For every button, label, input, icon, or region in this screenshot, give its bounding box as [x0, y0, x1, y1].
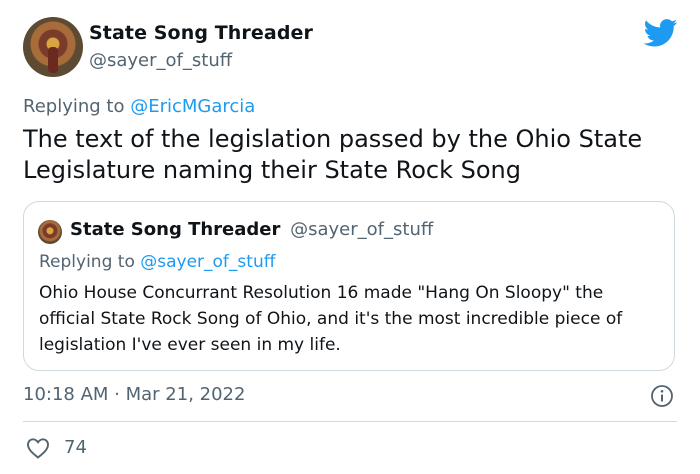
- info-icon[interactable]: [650, 384, 674, 408]
- reply-mention-link[interactable]: @EricMGarcia: [130, 96, 255, 117]
- quoted-tweet-text: Ohio House Concurrant Resolution 16 made…: [39, 283, 623, 355]
- author-avatar[interactable]: [23, 17, 83, 77]
- heart-icon[interactable]: [26, 437, 50, 459]
- reply-prefix: Replying to: [23, 96, 125, 117]
- quoted-author-display-name: State Song Threader: [70, 219, 281, 240]
- quoted-tweet-header: State Song Threader @sayer_of_stuff: [70, 219, 433, 240]
- quoted-tweet[interactable]: State Song Threader @sayer_of_stuff Repl…: [23, 201, 675, 371]
- author-display-name[interactable]: State Song Threader: [89, 22, 313, 44]
- quoted-author-handle: @sayer_of_stuff: [290, 219, 434, 240]
- author-handle[interactable]: @sayer_of_stuff: [89, 50, 232, 71]
- quoted-reply-mention: @sayer_of_stuff: [140, 252, 276, 272]
- tweet-card: State Song Threader @sayer_of_stuff Repl…: [0, 0, 700, 474]
- quoted-reply-context: Replying to @sayer_of_stuff: [39, 252, 275, 272]
- tweet-timestamp[interactable]: 10:18 AM · Mar 21, 2022: [23, 384, 245, 405]
- quoted-reply-prefix: Replying to: [39, 252, 135, 272]
- tweet-text: The text of the legislation passed by th…: [23, 125, 643, 184]
- like-count: 74: [64, 437, 87, 458]
- quoted-author-avatar: [38, 220, 62, 244]
- divider: [23, 421, 677, 422]
- reply-context: Replying to @EricMGarcia: [23, 96, 255, 117]
- twitter-bird-icon[interactable]: [644, 19, 678, 47]
